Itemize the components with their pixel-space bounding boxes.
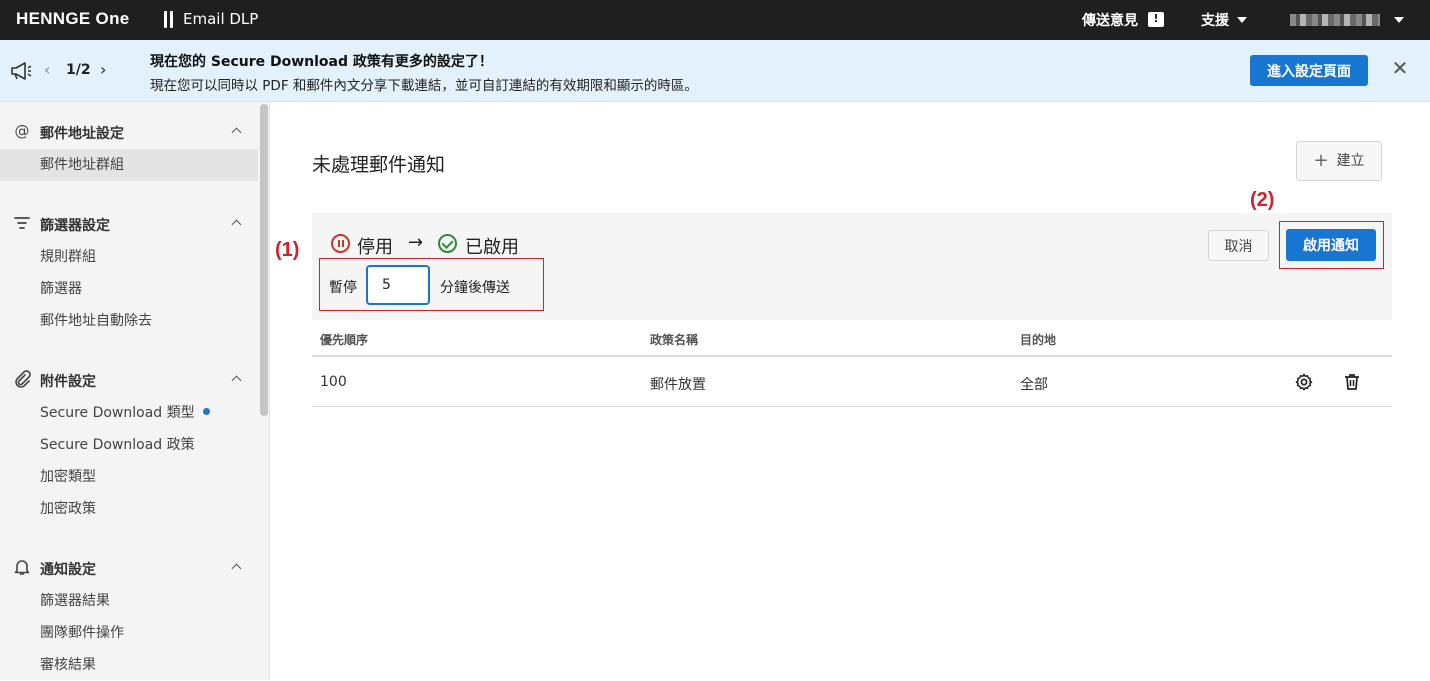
close-icon[interactable]: ✕ [1390,58,1410,78]
sidebar-section-attachment[interactable]: 附件設定 [40,371,96,391]
banner-title: 現在您的 Secure Download 政策有更多的設定了！ [150,54,493,70]
annotation-label-1: (1) [275,239,300,261]
sidebar-item-label: Secure Download 類型 [40,405,195,421]
arrow-right-icon: → [408,232,424,253]
megaphone-icon [11,62,32,80]
create-button-label: 建立 [1336,153,1365,169]
sidebar-item-auto-remove[interactable]: 郵件地址自動除去 [0,305,258,337]
pause-minutes-input[interactable] [366,265,430,305]
chevron-up-icon[interactable] [231,217,243,229]
table-cell-priority: 100 [320,374,347,390]
sidebar-item-secure-download-policy[interactable]: Secure Download 政策 [0,429,258,461]
enable-notification-button[interactable]: 啟用通知 [1286,229,1376,261]
banner-text: 現在您可以同時以 PDF 和郵件內文分享下載連結，並可自訂連結的有效期限和顯示的… [150,78,698,94]
sidebar-item-rule-groups[interactable]: 規則群組 [0,241,258,273]
pause-minutes-suffix: 分鐘後傳送 [440,280,510,296]
pause-icon [331,234,350,253]
top-bar: HENNGE One Email DLP 傳送意見 ! 支援 [0,0,1430,40]
table-header-divider [312,355,1392,357]
scrollbar-thumb[interactable] [260,104,268,416]
sidebar-item-encryption-policy[interactable]: 加密政策 [0,493,258,525]
banner-next-icon[interactable]: › [100,60,106,79]
trash-icon[interactable] [1342,372,1362,392]
banner-pager: 1/2 [66,62,91,78]
sidebar-item-review-results[interactable]: 審核結果 [0,649,258,681]
paperclip-icon [15,370,31,388]
column-header-priority[interactable]: 優先順序 [320,331,368,348]
status-disabled: 停用 [357,237,393,258]
feedback-icon[interactable]: ! [1148,12,1164,27]
sidebar-section-notification[interactable]: 通知設定 [40,559,96,579]
table-cell-policy-name[interactable]: 郵件放置 [650,374,706,394]
sidebar-item-address-groups[interactable]: 郵件地址群組 [0,149,258,181]
cancel-button[interactable]: 取消 [1208,230,1269,261]
check-circle-icon [438,234,457,253]
column-header-destination[interactable]: 目的地 [1020,331,1056,348]
annotation-label-2: (2) [1250,189,1275,211]
brand-logo[interactable]: HENNGE One [16,9,130,29]
user-account-menu[interactable] [1290,14,1380,26]
table-row-divider [312,406,1392,407]
chevron-up-icon[interactable] [231,373,243,385]
sidebar-item-encryption-types[interactable]: 加密類型 [0,461,258,493]
feedback-link[interactable]: 傳送意見 [1082,10,1138,30]
create-button[interactable]: + 建立 [1296,141,1382,181]
go-to-settings-button[interactable]: 進入設定頁面 [1250,55,1368,86]
banner-prev-icon[interactable]: ‹ [44,60,50,79]
gear-icon[interactable] [1294,372,1314,392]
sidebar-item-team-mail-actions[interactable]: 團隊郵件操作 [0,617,258,649]
sidebar-item-filters[interactable]: 篩選器 [0,273,258,305]
chevron-up-icon[interactable] [231,561,243,573]
column-header-policy-name[interactable]: 政策名稱 [650,331,698,348]
new-badge-dot [202,407,210,415]
sidebar-section-email-address[interactable]: 郵件地址設定 [40,123,124,143]
filter-icon [14,217,30,229]
product-name: Email DLP [183,10,259,28]
at-sign-icon: @ [14,122,30,140]
status-enabled: 已啟用 [465,237,519,258]
table-cell-destination: 全部 [1020,377,1048,393]
announcement-banner: ‹ 1/2 › 現在您的 Secure Download 政策有更多的設定了！ … [0,40,1430,102]
page-title: 未處理郵件通知 [312,154,446,176]
plus-icon: + [1313,150,1329,171]
support-caret-icon[interactable] [1237,17,1247,23]
user-caret-icon[interactable] [1394,17,1404,23]
chevron-up-icon[interactable] [231,125,243,137]
product-mark-icon [164,11,173,28]
support-menu[interactable]: 支援 [1201,10,1229,30]
bell-icon [14,560,30,575]
sidebar-section-filter[interactable]: 篩選器設定 [40,215,110,235]
sidebar-item-filter-results[interactable]: 篩選器結果 [0,585,258,617]
sidebar-item-secure-download-types[interactable]: Secure Download 類型 [0,397,258,429]
sidebar-scrollbar[interactable] [258,102,270,680]
pause-label: 暫停 [329,280,357,296]
